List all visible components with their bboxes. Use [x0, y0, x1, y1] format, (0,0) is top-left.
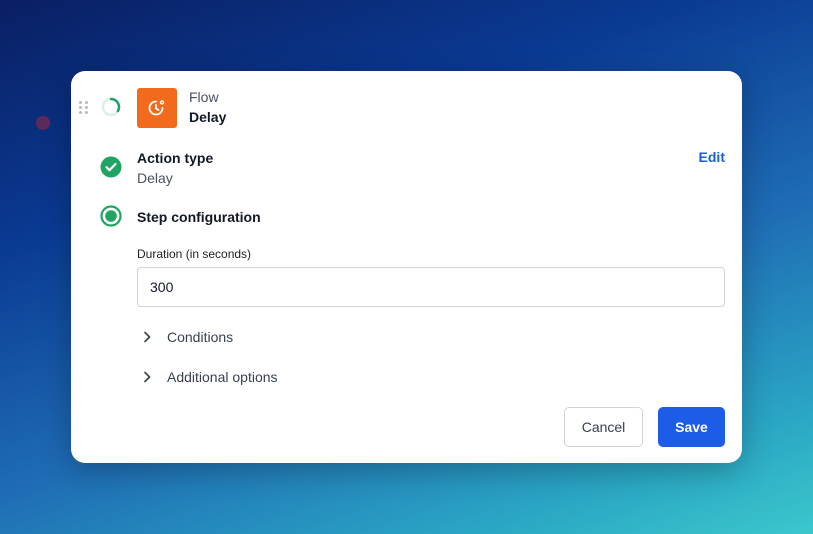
chevron-right-icon: [144, 371, 151, 383]
conditions-toggle[interactable]: Conditions: [141, 327, 233, 347]
drag-handle-icon[interactable]: [79, 101, 89, 114]
conditions-label: Conditions: [167, 329, 234, 345]
chevron-right-icon: [144, 331, 151, 343]
action-type-title: Action type: [137, 150, 214, 166]
app-action-name: Delay: [189, 109, 227, 125]
timer-clock-icon: [148, 100, 165, 116]
duration-label: Duration (in seconds): [137, 247, 252, 261]
app-name: Flow: [189, 89, 219, 105]
app-tile: [137, 88, 177, 128]
active-radio-icon: [100, 205, 122, 227]
loading-spinner-icon: [101, 97, 121, 117]
additional-options-label: Additional options: [167, 369, 278, 385]
check-circle-icon: [100, 156, 122, 178]
background-decoration-dot: [36, 116, 50, 130]
action-type-value: Delay: [137, 170, 173, 186]
step-editor-card: Flow Delay Action type Delay Edit Step c…: [71, 71, 742, 463]
cancel-button[interactable]: Cancel: [564, 407, 643, 447]
save-button[interactable]: Save: [658, 407, 725, 447]
duration-input[interactable]: [137, 267, 725, 307]
edit-action-type-link[interactable]: Edit: [699, 149, 725, 165]
step-configuration-title: Step configuration: [137, 209, 261, 225]
additional-options-toggle[interactable]: Additional options: [141, 367, 278, 387]
